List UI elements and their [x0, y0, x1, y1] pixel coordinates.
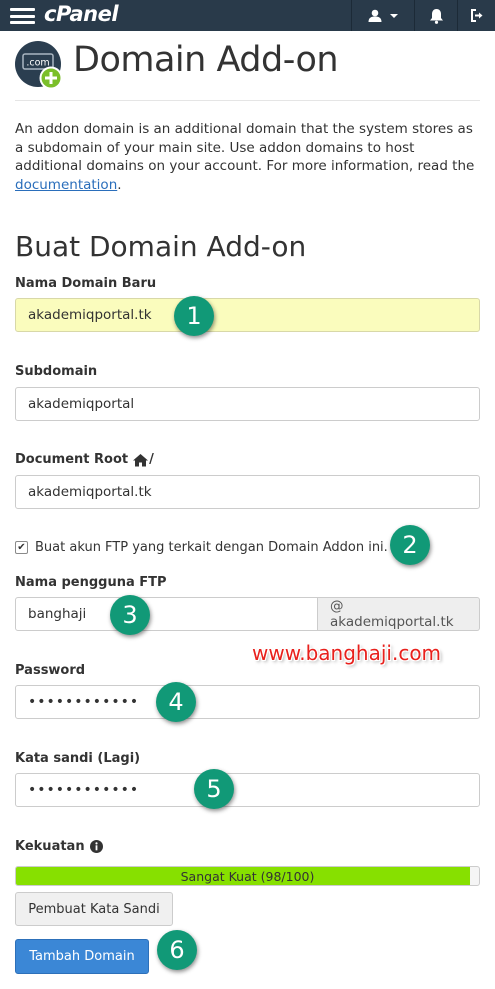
new-domain-label: Nama Domain Baru: [15, 276, 157, 291]
strength-label-text: Kekuatan: [15, 839, 85, 854]
annotation-badge: 1: [174, 296, 214, 336]
cpanel-logo[interactable]: cPanel: [44, 2, 119, 26]
header-divider: [15, 100, 480, 101]
addon-domain-icon: .com: [15, 41, 63, 90]
user-menu-button[interactable]: [352, 0, 414, 31]
subdomain-label: Subdomain: [15, 364, 98, 379]
svg-text:.com: .com: [26, 58, 49, 69]
watermark: www.banghaji.com: [252, 641, 442, 665]
add-domain-button[interactable]: Tambah Domain: [15, 939, 149, 974]
intro-text: An addon domain is an additional domain …: [15, 120, 485, 194]
ftp-checkbox[interactable]: ✔: [15, 541, 28, 554]
chevron-down-icon: [389, 13, 398, 18]
document-root-label: Document Root /: [15, 452, 154, 467]
section-title: Buat Domain Add-on: [15, 230, 307, 263]
password-strength-meter: Sangat Kuat (98/100): [15, 866, 480, 886]
logout-button[interactable]: [458, 0, 495, 31]
annotation-badge: 2: [390, 525, 430, 565]
menu-icon[interactable]: [10, 8, 35, 24]
user-icon: [368, 9, 381, 22]
intro-suffix: .: [117, 176, 122, 193]
annotation-badge: 5: [194, 769, 234, 809]
ftp-checkbox-row[interactable]: ✔ Buat akun FTP yang terkait dengan Doma…: [15, 540, 388, 555]
home-icon: [133, 453, 149, 466]
ftp-user-domain-addon: @ akademiqportal.tk: [318, 597, 480, 631]
documentation-link[interactable]: documentation: [15, 177, 117, 193]
ftp-user-input[interactable]: banghaji: [15, 597, 318, 631]
password-again-label: Kata sandi (Lagi): [15, 751, 141, 766]
new-domain-input[interactable]: akademiqportal.tk: [15, 298, 480, 332]
page-title: Domain Add-on: [73, 40, 339, 80]
bell-icon: [429, 8, 443, 24]
notifications-button[interactable]: [415, 0, 457, 31]
ftp-user-group: banghaji @ akademiqportal.tk: [15, 597, 480, 631]
password-again-input[interactable]: ••••••••••••: [15, 773, 480, 807]
strength-text: Sangat Kuat (98/100): [180, 868, 315, 884]
password-generator-button[interactable]: Pembuat Kata Sandi: [15, 892, 173, 926]
annotation-badge: 4: [156, 682, 196, 722]
document-root-input[interactable]: akademiqportal.tk: [15, 475, 480, 509]
password-input[interactable]: ••••••••••••: [15, 685, 480, 719]
annotation-badge: 6: [157, 930, 197, 970]
annotation-badge: 3: [110, 595, 150, 635]
ftp-user-label: Nama pengguna FTP: [15, 575, 167, 590]
intro-description: An addon domain is an additional domain …: [15, 121, 475, 174]
info-icon[interactable]: [89, 840, 103, 853]
strength-label: Kekuatan: [15, 839, 103, 854]
ftp-checkbox-label: Buat akun FTP yang terkait dengan Domain…: [35, 540, 388, 555]
top-navbar: cPanel: [0, 0, 495, 31]
password-label: Password: [15, 663, 86, 678]
document-root-slash: /: [149, 452, 154, 467]
document-root-label-text: Document Root: [15, 452, 129, 467]
logout-icon: [470, 9, 482, 22]
subdomain-input[interactable]: akademiqportal: [15, 387, 480, 421]
